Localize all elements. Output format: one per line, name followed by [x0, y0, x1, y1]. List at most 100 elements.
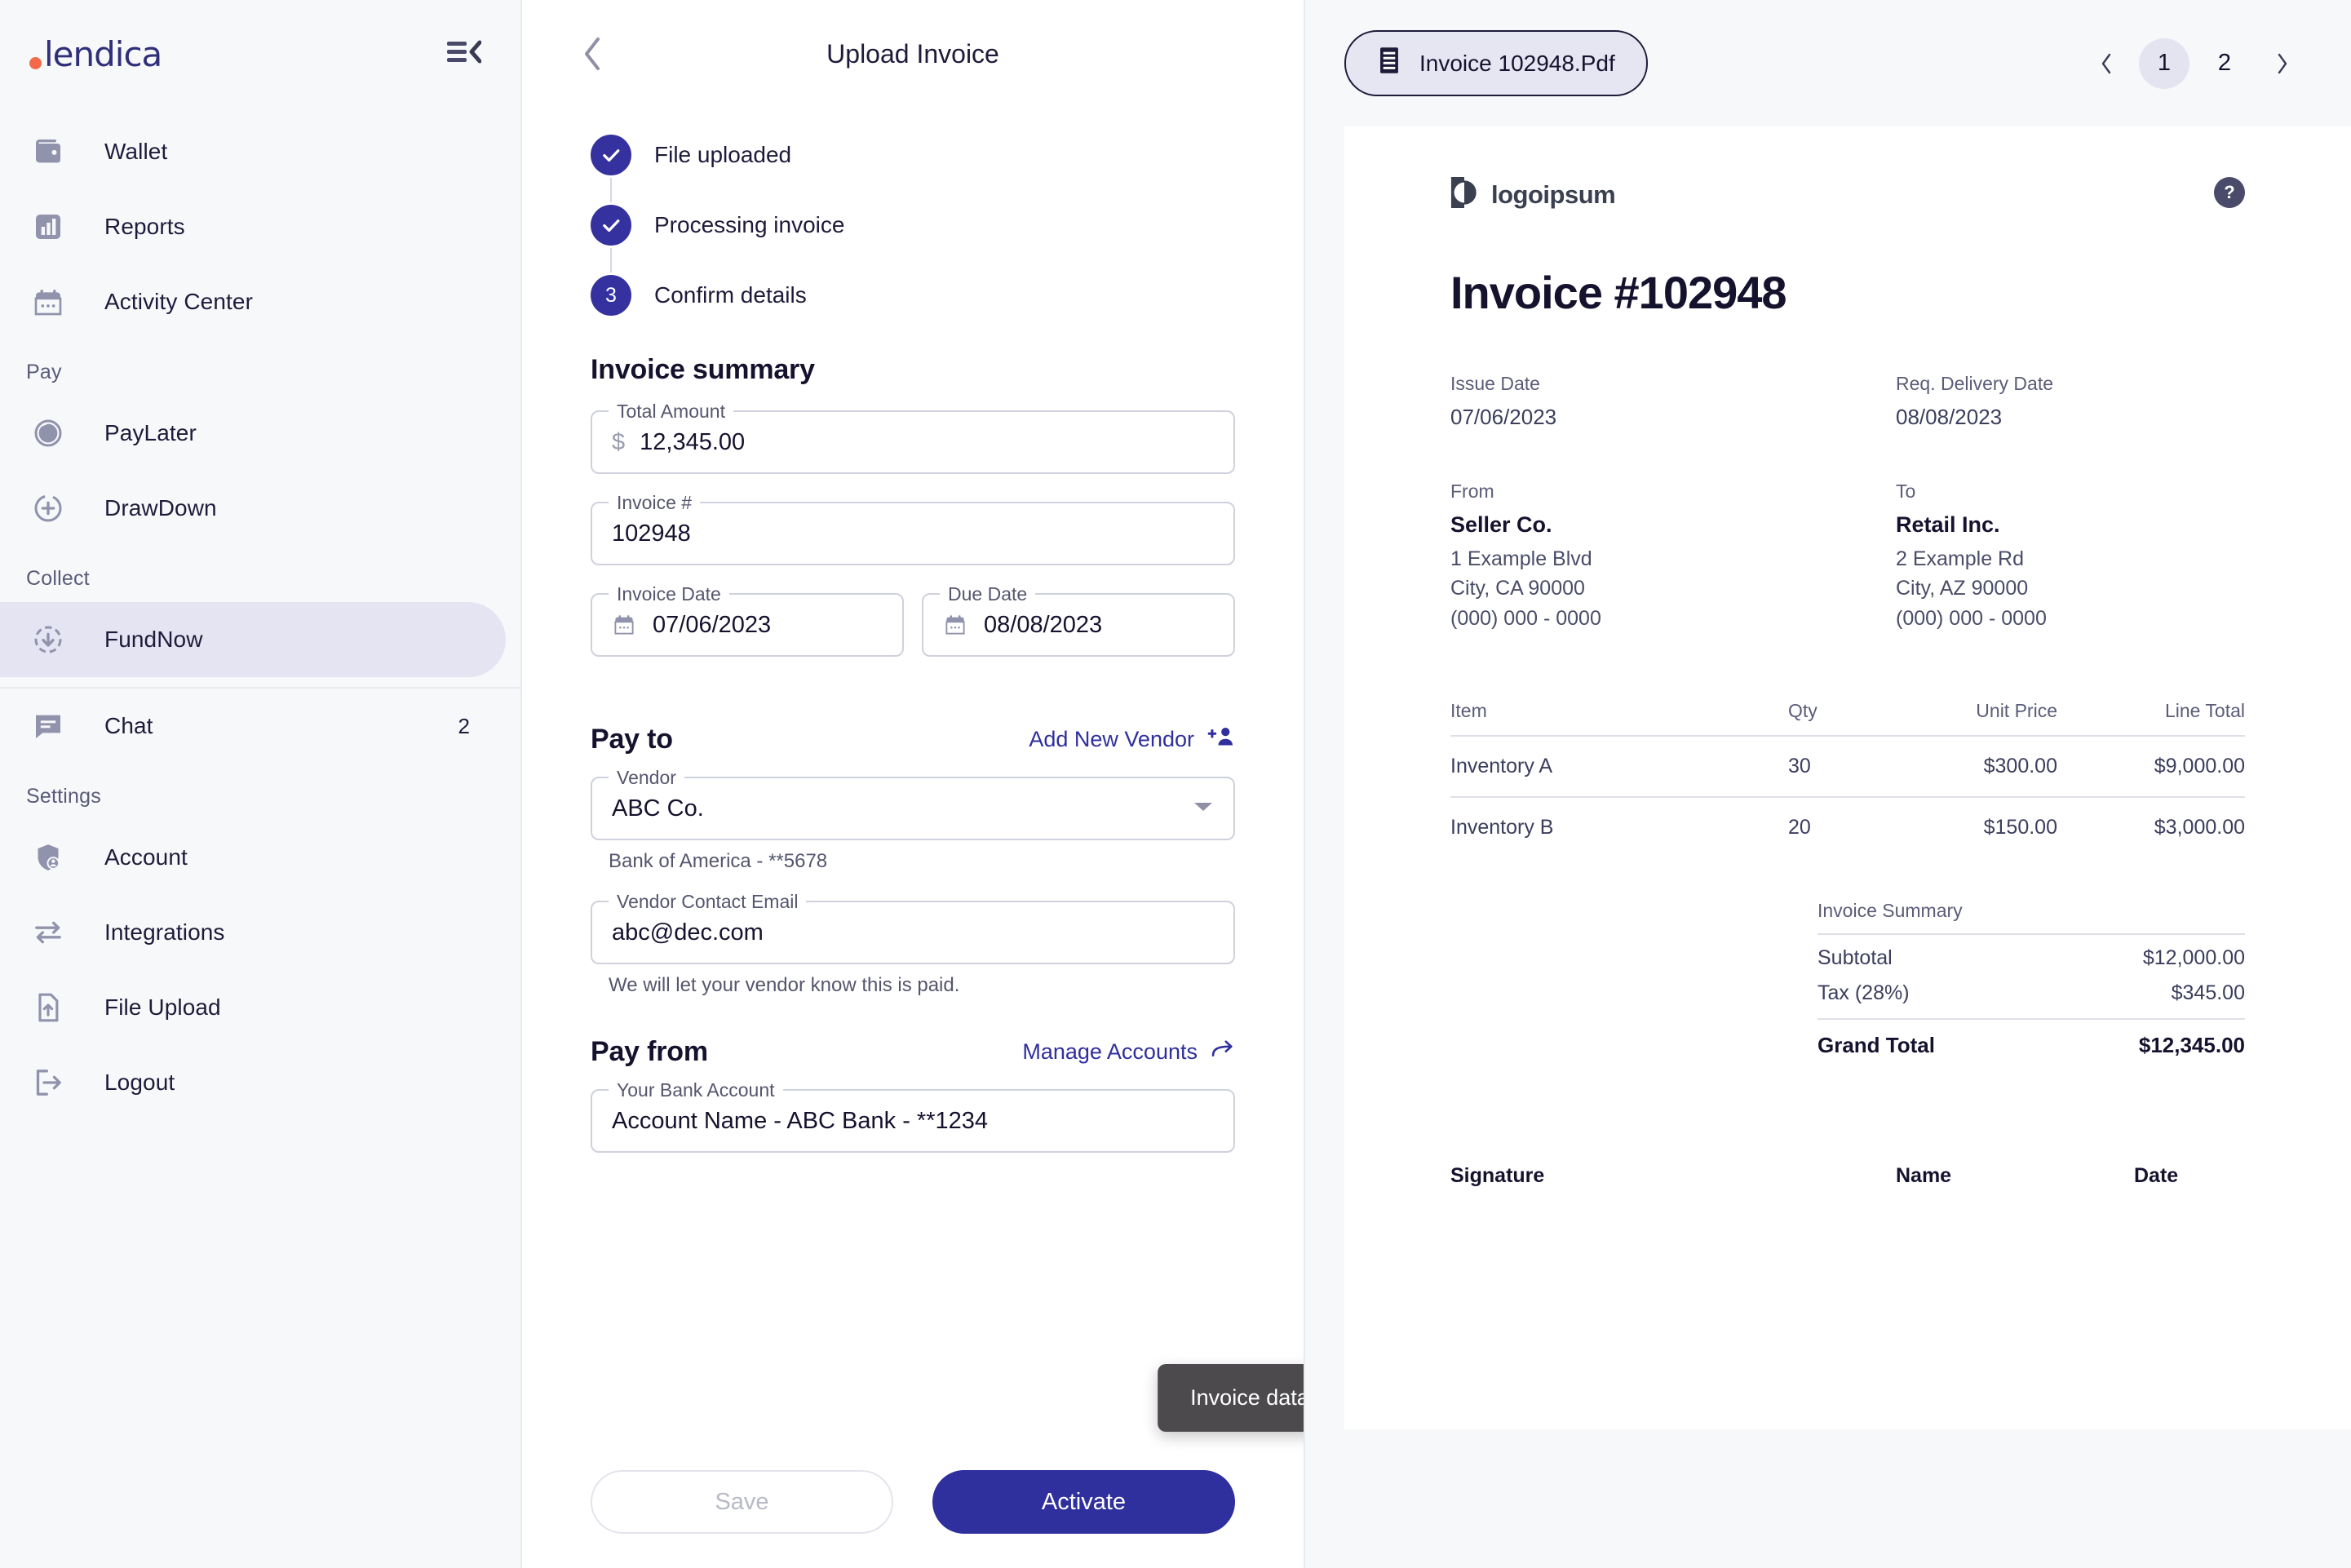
calendar-icon	[612, 613, 636, 637]
sidebar-item-logout[interactable]: Logout	[0, 1045, 506, 1120]
next-page-button[interactable]	[2260, 41, 2305, 86]
sidebar-item-drawdown[interactable]: DrawDown	[0, 471, 506, 546]
grand-total-value: $12,345.00	[2138, 1032, 2245, 1057]
bank-account-select[interactable]: Your Bank Account Account Name - ABC Ban…	[591, 1079, 1235, 1153]
sidebar-item-label: Integrations	[104, 919, 225, 945]
sidebar-section-settings: Settings	[26, 785, 101, 808]
to-address-line: 2 Example Rd	[1896, 547, 2025, 570]
step-connector	[610, 178, 612, 202]
question-mark-icon[interactable]: ?	[2214, 177, 2245, 208]
invoice-number-value: 102948	[612, 520, 691, 547]
due-date-value: 08/08/2023	[984, 611, 1103, 638]
cell-item: Inventory B	[1450, 815, 1554, 839]
sidebar-item-file-upload[interactable]: File Upload	[0, 970, 506, 1045]
manage-accounts-label: Manage Accounts	[1022, 1039, 1198, 1064]
delivery-date-value: 08/08/2023	[1896, 405, 2003, 429]
invoice-totals: Invoice Summary Subtotal $12,000.00 Tax …	[1450, 900, 2245, 1058]
pay-from-heading: Pay from	[591, 1036, 708, 1067]
chat-bubble-icon	[29, 707, 67, 745]
cell-unit-price: $150.00	[1983, 815, 2057, 839]
sidebar-item-activity-center[interactable]: Activity Center	[0, 264, 506, 339]
date-fields-row: Invoice Date 07/06/2023 Due Date 08/08/2…	[591, 583, 1235, 684]
invoice-date-label: Invoice Date	[609, 583, 729, 605]
grand-total-label: Grand Total	[1817, 1032, 1935, 1057]
sidebar-item-label: FundNow	[104, 627, 203, 652]
sidebar-item-wallet[interactable]: Wallet	[0, 114, 506, 189]
name-label: Name	[1896, 1163, 1952, 1187]
clock-pie-icon	[29, 414, 67, 452]
add-new-vendor-label: Add New Vendor	[1029, 727, 1194, 751]
invoice-date-value: 07/06/2023	[653, 611, 772, 638]
sidebar-item-account[interactable]: Account	[0, 820, 506, 895]
step-file-uploaded: File uploaded	[591, 132, 1304, 178]
total-amount-label: Total Amount	[609, 401, 733, 423]
app-root: lendica Wallet Reports Activity Center P…	[0, 0, 2351, 1568]
sidebar-item-reports[interactable]: Reports	[0, 189, 506, 264]
add-new-vendor-button[interactable]: Add New Vendor	[1029, 725, 1235, 754]
vendor-bank-text: Bank of America - **5678	[609, 850, 828, 872]
menu-collapse-icon[interactable]	[447, 39, 482, 69]
cell-item: Inventory A	[1450, 754, 1553, 777]
subtotal-label: Subtotal	[1817, 946, 1893, 969]
issue-date-label: Issue Date	[1450, 373, 1540, 394]
sidebar-item-integrations[interactable]: Integrations	[0, 895, 506, 970]
document-logo: logoipsum	[1450, 177, 1616, 212]
sidebar-item-label: Reports	[104, 214, 185, 239]
cell-unit-price: $300.00	[1983, 754, 2057, 777]
preview-header: Invoice 102948.Pdf 1 2	[1305, 0, 2351, 126]
brand-dot-icon	[29, 56, 42, 69]
sidebar-item-paylater[interactable]: PayLater	[0, 396, 506, 471]
invoice-number-field[interactable]: Invoice # 102948	[591, 492, 1235, 565]
prev-page-button[interactable]	[2083, 41, 2129, 86]
from-company: Seller Co.	[1450, 512, 1552, 537]
step-label: File uploaded	[654, 142, 792, 167]
sidebar-nav: Wallet Reports Activity Center Pay PayLa…	[0, 108, 520, 1120]
invoice-document: logoipsum ? Invoice #102948 Issue Date 0…	[1344, 126, 2351, 1429]
date-label: Date	[2134, 1163, 2179, 1187]
document-preview-panel: Invoice 102948.Pdf 1 2 logoipsum ? Invoi…	[1305, 0, 2351, 1568]
step-processing-invoice: Processing invoice	[591, 202, 1304, 248]
sidebar-item-fundnow[interactable]: FundNow	[0, 602, 506, 677]
bank-account-label: Your Bank Account	[609, 1079, 783, 1101]
invoice-summary-label: Invoice Summary	[1817, 900, 2245, 935]
reports-bar-chart-icon	[29, 208, 67, 246]
page-button-2[interactable]: 2	[2199, 38, 2250, 89]
manage-accounts-button[interactable]: Manage Accounts	[1022, 1039, 1235, 1065]
to-company: Retail Inc.	[1896, 512, 2000, 537]
pay-to-header: Pay to Add New Vendor	[591, 724, 1235, 755]
table-header-row: Item Qty Unit Price Line Total	[1450, 700, 2245, 737]
logout-icon	[29, 1064, 67, 1101]
sidebar-item-chat[interactable]: Chat 2	[0, 689, 506, 764]
vendor-email-field[interactable]: Vendor Contact Email abc@dec.com	[591, 891, 1235, 964]
back-button[interactable]	[576, 35, 609, 73]
vendor-email-helper: We will let your vendor know this is pai…	[609, 974, 960, 996]
from-address-line: (000) 000 - 0000	[1450, 606, 1601, 630]
vendor-email-label: Vendor Contact Email	[609, 891, 807, 913]
invoice-date-field[interactable]: Invoice Date 07/06/2023	[591, 583, 904, 657]
step-label: Processing invoice	[654, 212, 845, 237]
panel-header: Upload Invoice	[522, 0, 1304, 108]
brand-logo[interactable]: lendica	[29, 34, 162, 74]
from-label: From	[1450, 481, 1494, 502]
sidebar-item-label: PayLater	[104, 420, 197, 445]
activate-button[interactable]: Activate	[932, 1470, 1235, 1534]
save-button[interactable]: Save	[591, 1470, 893, 1534]
vendor-select[interactable]: Vendor ABC Co.	[591, 767, 1235, 840]
file-chip[interactable]: Invoice 102948.Pdf	[1344, 30, 1648, 96]
due-date-field[interactable]: Due Date 08/08/2023	[922, 583, 1235, 657]
chevron-down-icon[interactable]	[1193, 800, 1214, 817]
to-label: To	[1896, 481, 1916, 502]
line-items-table: Item Qty Unit Price Line Total Inventory…	[1450, 700, 2245, 857]
total-amount-field[interactable]: Total Amount $ 12,345.00	[591, 401, 1235, 474]
delivery-date-label: Req. Delivery Date	[1896, 373, 2054, 394]
page-button-1[interactable]: 1	[2139, 38, 2189, 89]
sidebar-item-label: File Upload	[104, 994, 221, 1020]
document-icon	[1377, 47, 1401, 80]
to-address-line: (000) 000 - 0000	[1896, 606, 2047, 630]
vendor-label: Vendor	[609, 767, 684, 789]
to-address-line: City, AZ 90000	[1896, 577, 2029, 600]
step-check-icon	[591, 135, 631, 175]
sidebar-item-label: Chat	[104, 713, 153, 738]
vendor-email-value: abc@dec.com	[612, 919, 764, 946]
table-row: Inventory A 30 $300.00 $9,000.00	[1450, 737, 2245, 798]
